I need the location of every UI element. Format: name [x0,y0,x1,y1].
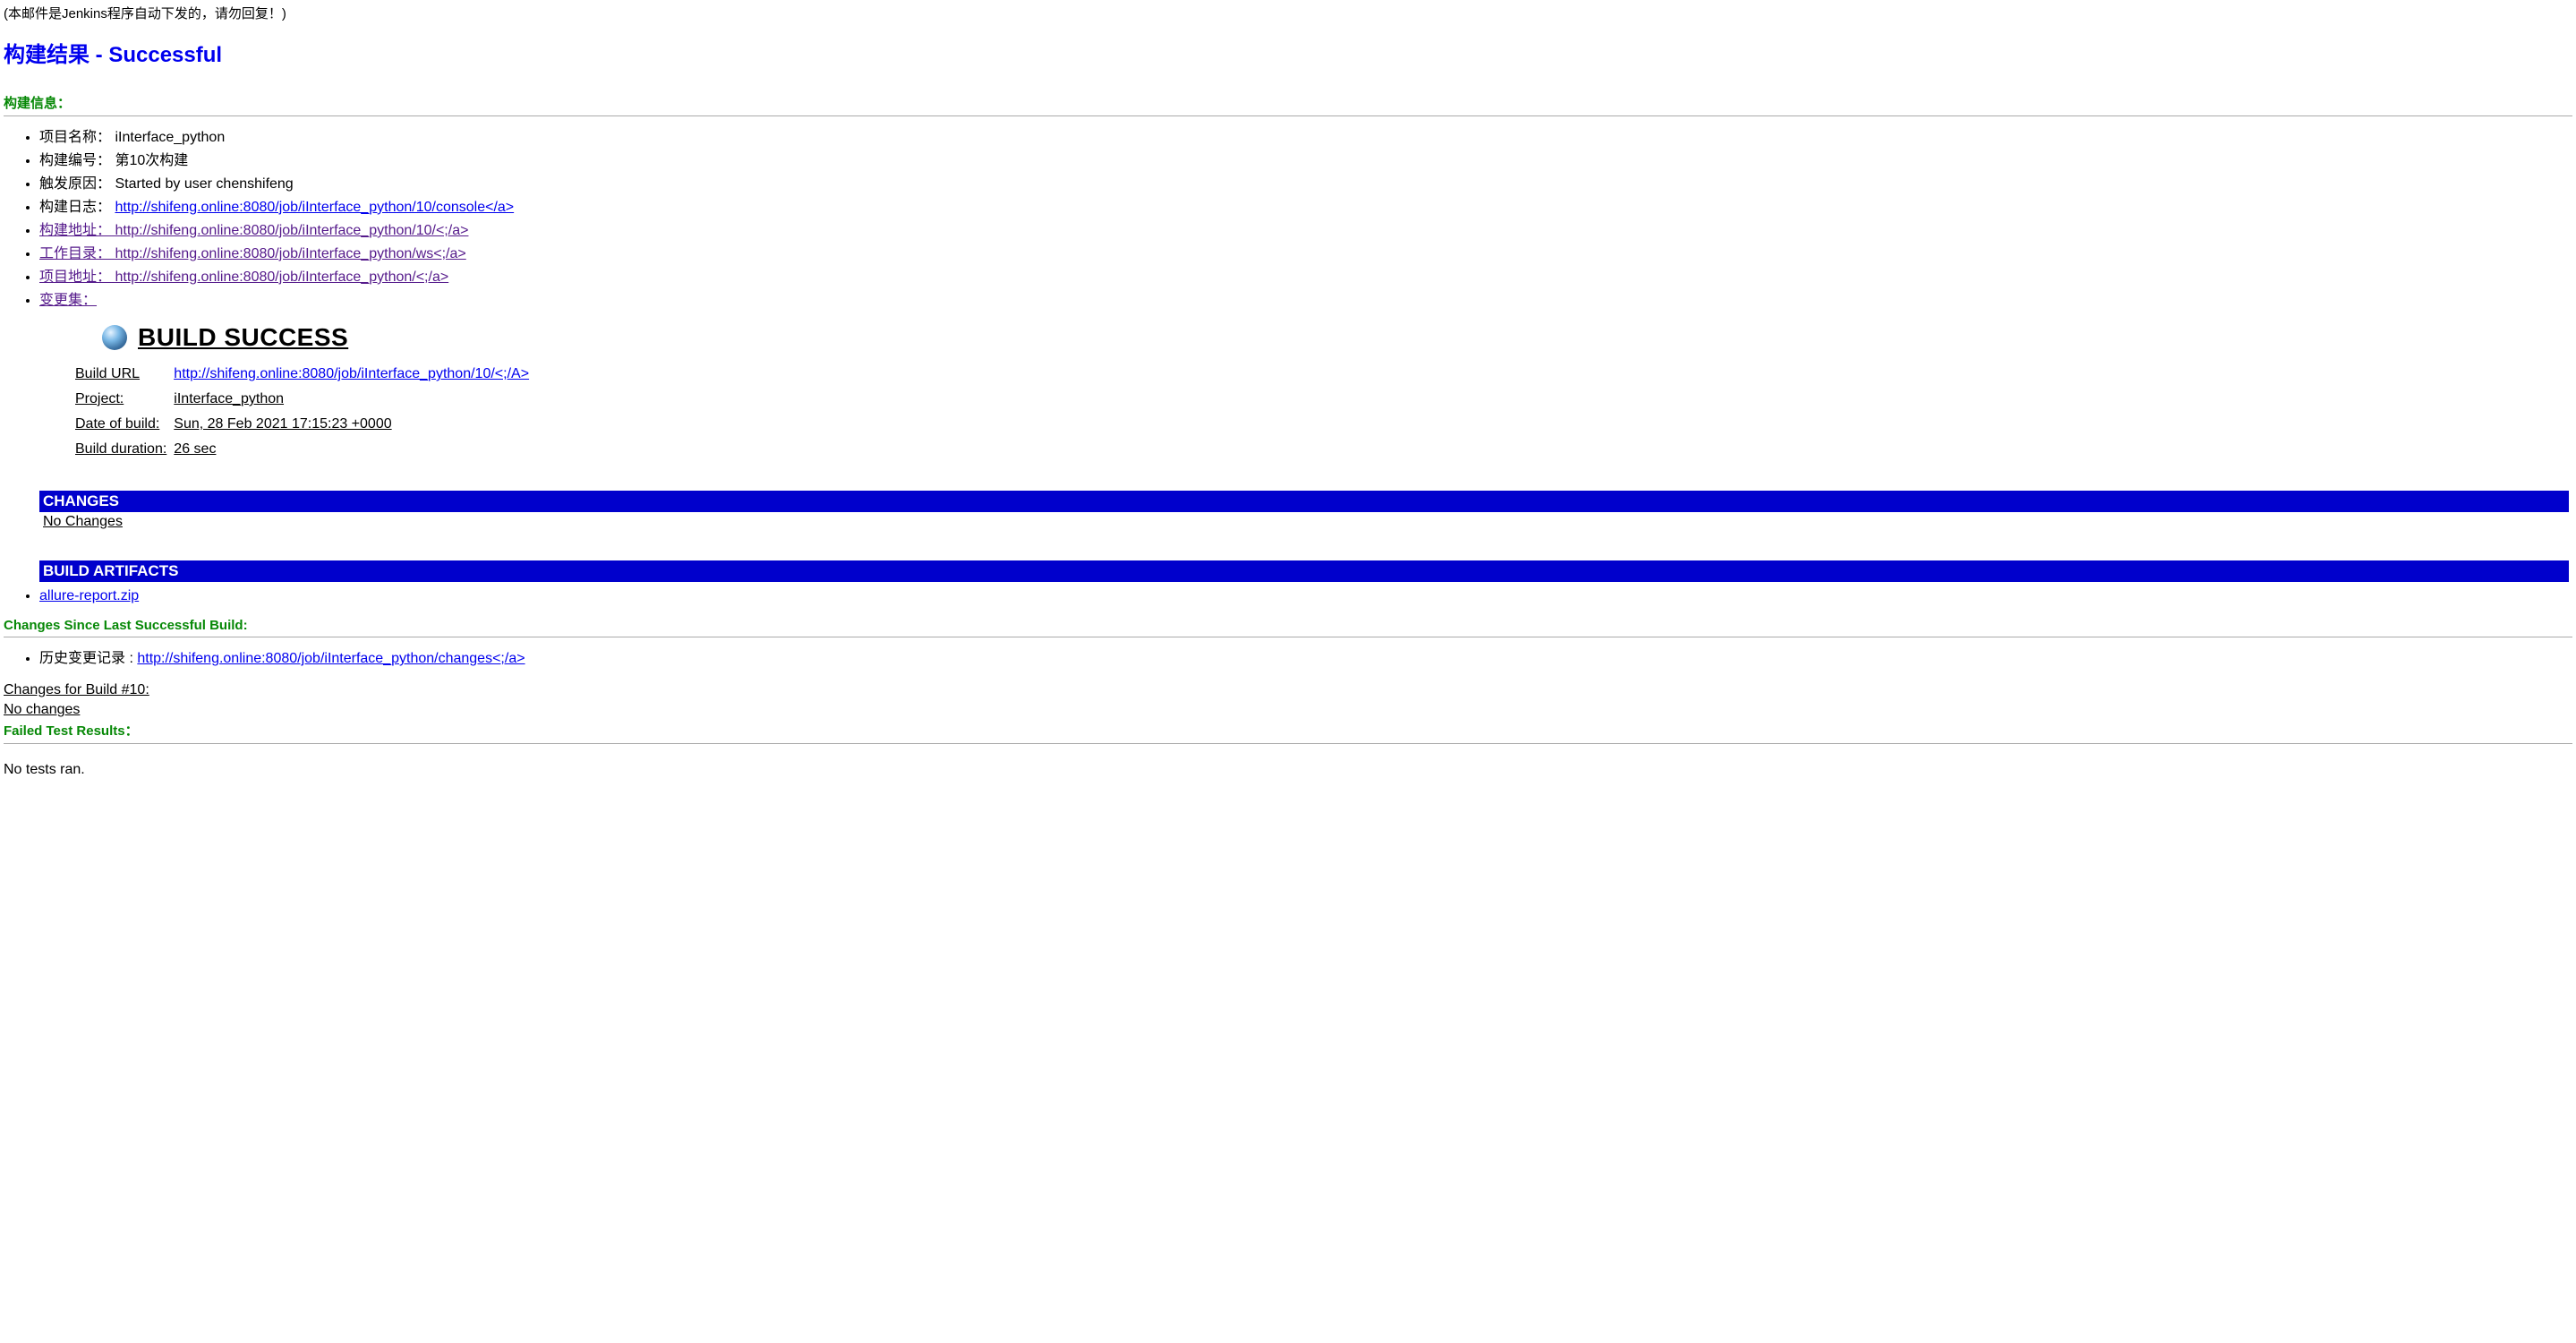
build-info-list: 项目名称： iInterface_python 构建编号： 第10次构建 触发原… [4,127,2572,462]
build-info-heading: 构建信息： [4,93,2572,112]
list-item: 变更集： BUILD SUCCESS Build URL http://shif… [39,290,2572,462]
changes-since-heading: Changes Since Last Successful Build: [4,618,2572,633]
changes-for-build: Changes for Build #10: [4,680,2572,700]
build-url-label: Build URL [75,362,174,387]
sphere-icon [102,325,127,350]
project-value: iInterface_python [174,387,536,412]
list-item: 触发原因： Started by user chenshifeng [39,174,2572,195]
artifacts-bar: BUILD ARTIFACTS [39,560,2569,582]
list-item: allure-report.zip [39,586,2572,607]
list-item: 构建日志： http://shifeng.online:8080/job/iIn… [39,197,2572,218]
failed-results-heading: Failed Test Results： [4,721,2572,740]
changeset-link[interactable]: 变更集： [39,293,97,308]
build-url-link[interactable]: 构建地址： http://shifeng.online:8080/job/iIn… [39,223,468,238]
jenkins-notice: (本邮件是Jenkins程序自动下发的，请勿回复！) [4,4,2572,22]
history-label: 历史变更记录 : [39,651,137,666]
artifact-link[interactable]: allure-report.zip [39,588,139,603]
project-label: Project: [75,387,174,412]
table-row: Project: iInterface_python [75,387,536,412]
no-changes-line: No changes [4,700,2572,720]
list-item: 项目名称： iInterface_python [39,127,2572,149]
build-url-value-link[interactable]: http://shifeng.online:8080/job/iInterfac… [174,366,529,381]
divider [4,743,2572,744]
no-tests-ran: No tests ran. [4,762,2572,778]
history-list: 历史变更记录 : http://shifeng.online:8080/job/… [4,648,2572,670]
history-link[interactable]: http://shifeng.online:8080/job/iInterfac… [137,651,525,666]
list-item: 构建编号： 第10次构建 [39,150,2572,172]
divider [4,115,2572,116]
build-log-label: 构建日志： [39,200,111,215]
project-name-value: iInterface_python [115,130,225,145]
list-item: 项目地址： http://shifeng.online:8080/job/iIn… [39,267,2572,288]
project-url-link[interactable]: 项目地址： http://shifeng.online:8080/job/iIn… [39,269,448,285]
changes-bar: CHANGES [39,491,2569,512]
build-number-value: 第10次构建 [115,153,188,168]
trigger-value: Started by user chenshifeng [115,176,293,192]
build-success-title: BUILD SUCCESS [138,319,348,356]
list-item: 构建地址： http://shifeng.online:8080/job/iIn… [39,220,2572,242]
list-item: 工作目录： http://shifeng.online:8080/job/iIn… [39,244,2572,265]
build-result-title: 构建结果 - Successful [4,37,2572,68]
build-success-row: BUILD SUCCESS [102,319,2572,356]
workspace-link[interactable]: 工作目录： http://shifeng.online:8080/job/iIn… [39,246,466,261]
duration-value: 26 sec [174,437,536,462]
date-value: Sun, 28 Feb 2021 17:15:23 +0000 [174,412,536,437]
build-log-link[interactable]: http://shifeng.online:8080/job/iInterfac… [115,200,514,215]
trigger-label: 触发原因： [39,176,111,192]
list-item: 历史变更记录 : http://shifeng.online:8080/job/… [39,648,2572,670]
no-changes-text: No Changes [39,512,2572,532]
project-name-label: 项目名称： [39,130,111,145]
table-row: Date of build: Sun, 28 Feb 2021 17:15:23… [75,412,536,437]
build-number-label: 构建编号： [39,153,111,168]
table-row: Build duration: 26 sec [75,437,536,462]
artifacts-list: allure-report.zip [4,586,2572,607]
build-details-table: Build URL http://shifeng.online:8080/job… [75,362,536,462]
duration-label: Build duration: [75,437,174,462]
date-label: Date of build: [75,412,174,437]
table-row: Build URL http://shifeng.online:8080/job… [75,362,536,387]
